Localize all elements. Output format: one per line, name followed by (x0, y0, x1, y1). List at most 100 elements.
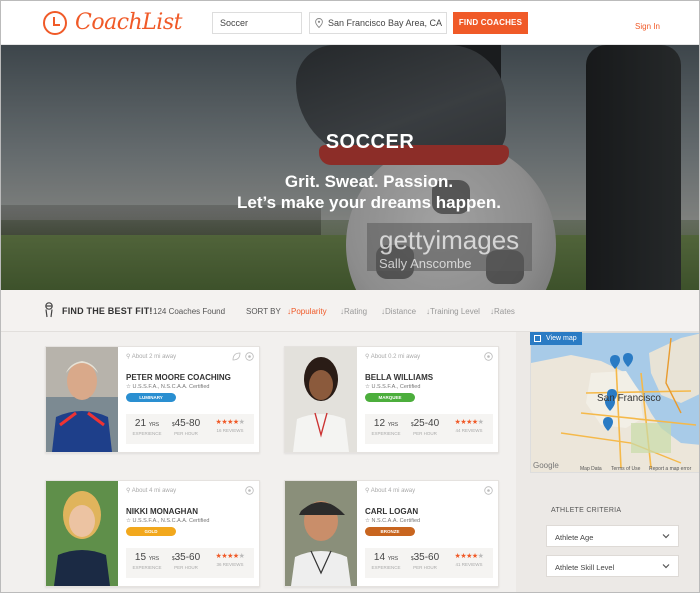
athlete-age-select[interactable]: Athlete Age (546, 525, 679, 547)
coach-name[interactable]: CARL LOGAN (365, 507, 418, 516)
coach-name[interactable]: PETER MOORE COACHING (126, 373, 231, 382)
rate-stat: $35-60 PER HOUR (410, 552, 440, 570)
chevron-down-icon (662, 564, 670, 569)
find-best-fit-title: FIND THE BEST FIT! (62, 306, 153, 316)
rating-stat: ★★★★★ 36 REVIEWS (210, 552, 250, 567)
coach-name[interactable]: NIKKI MONAGHAN (126, 507, 198, 516)
sort-rating[interactable]: ↓Rating (340, 307, 367, 316)
map-report-link[interactable]: Report a map error (649, 466, 691, 472)
location-search-input[interactable]: San Francisco Bay Area, CA (309, 12, 447, 34)
results-count: 124 Coaches Found (153, 307, 226, 316)
athlete-age-label: Athlete Age (555, 533, 594, 542)
view-map-button[interactable]: View map (530, 332, 582, 345)
coach-stats: 12 YRS EXPERIENCE $25-40 PER HOUR ★★★★★ 44 … (365, 414, 493, 444)
soccer-ball-icon (245, 486, 254, 495)
experience-stat: 14 YRS EXPERIENCE (371, 552, 401, 570)
expand-icon (534, 335, 541, 342)
coach-certifications: ☆ U.S.S.F.A., N.S.C.A.A. Certified (126, 518, 210, 524)
sign-in-link[interactable]: Sign In (635, 22, 660, 31)
coach-photo (46, 481, 118, 586)
coach-level-badge: BRONZE (365, 527, 415, 536)
coach-stats: 21 YRS EXPERIENCE $45-80 PER HOUR ★★★★★ 16 … (126, 414, 254, 444)
coach-whistle-icon (45, 302, 53, 318)
sort-by-label: SORT BY (246, 307, 281, 316)
rating-stat: ★★★★★ 41 REVIEWS (449, 552, 489, 567)
logo[interactable]: CoachList (43, 10, 182, 35)
rating-stars: ★★★★★ (215, 419, 245, 426)
coach-photo (285, 347, 357, 452)
soccer-ball-icon (245, 352, 254, 361)
google-logo: Google (533, 461, 559, 470)
coach-stats: 14 YRS EXPERIENCE $35-60 PER HOUR ★★★★★ 41 … (365, 548, 493, 578)
coach-card[interactable]: ⚲ About 2 mi away PETER MOORE COACHING ☆… (45, 346, 260, 453)
sort-rates[interactable]: ↓Rates (490, 307, 515, 316)
filter-bar: FIND THE BEST FIT! 124 Coaches Found SOR… (1, 290, 699, 332)
map-terms-link[interactable]: Terms of Use (611, 466, 640, 472)
experience-stat: 15 YRS EXPERIENCE (132, 552, 162, 570)
experience-stat: 21 YRS EXPERIENCE (132, 418, 162, 436)
coach-info: ⚲ About 0.2 mi away BELLA WILLIAMS ☆ U.S… (363, 347, 497, 452)
location-pin-icon (315, 18, 323, 28)
card-icons (484, 486, 493, 495)
athlete-skill-label: Athlete Skill Level (555, 563, 615, 572)
hero-tagline-1: Grit. Sweat. Passion. (284, 172, 454, 191)
app-frame: CoachList Soccer San Francisco Bay Area,… (0, 0, 700, 593)
coach-level-badge: GOLD (126, 527, 176, 536)
coach-name[interactable]: BELLA WILLIAMS (365, 373, 433, 382)
coach-photo (46, 347, 118, 452)
coach-card[interactable]: ⚲ About 4 mi away NIKKI MONAGHAN ☆ U.S.S… (45, 480, 260, 587)
view-map-label: View map (546, 335, 577, 342)
sort-distance[interactable]: ↓Distance (381, 307, 416, 316)
coach-distance: ⚲ About 4 mi away (126, 488, 177, 494)
rating-stars: ★★★★★ (454, 419, 484, 426)
coach-info: ⚲ About 4 mi away NIKKI MONAGHAN ☆ U.S.S… (124, 481, 258, 586)
coach-certifications: ☆ U.S.S.F.A., Certified (365, 384, 421, 390)
chevron-down-icon (662, 534, 670, 539)
rating-stat: ★★★★★ 44 REVIEWS (449, 418, 489, 433)
coach-distance: ⚲ About 0.2 mi away (365, 354, 421, 360)
sort-training-level[interactable]: ↓Training Level (426, 307, 480, 316)
soccer-ball-icon (484, 352, 493, 361)
hero-tagline-2: Let’s make your dreams happen. (237, 193, 501, 212)
map-city-label: San Francisco (597, 393, 661, 404)
top-header: CoachList Soccer San Francisco Bay Area,… (1, 1, 699, 45)
watermark-credit: Sally Anscombe (379, 256, 472, 271)
logo-text: CoachList (75, 10, 182, 35)
sort-popularity[interactable]: ↓Popularity (287, 307, 327, 316)
rate-stat: $45-80 PER HOUR (171, 418, 201, 436)
leaf-icon (232, 352, 241, 361)
location-value: San Francisco Bay Area, CA (328, 18, 443, 28)
coach-stats: 15 YRS EXPERIENCE $35-60 PER HOUR ★★★★★ 36 … (126, 548, 254, 578)
hero-banner: gettyimages Sally Anscombe SOCCER Grit. … (1, 45, 699, 290)
hero-overlay (1, 45, 699, 290)
map-panel[interactable]: San Francisco Google Map Data Terms of U… (530, 332, 699, 473)
experience-stat: 12 YRS EXPERIENCE (371, 418, 401, 436)
coach-info: ⚲ About 2 mi away PETER MOORE COACHING ☆… (124, 347, 258, 452)
athlete-skill-select[interactable]: Athlete Skill Level (546, 555, 679, 577)
rate-stat: $25-40 PER HOUR (410, 418, 440, 436)
coach-card[interactable]: ⚲ About 0.2 mi away BELLA WILLIAMS ☆ U.S… (284, 346, 499, 453)
find-coaches-button[interactable]: FIND COACHES (453, 12, 528, 34)
coach-photo (285, 481, 357, 586)
hero-title: SOCCER (325, 131, 415, 153)
card-icons (232, 352, 254, 361)
map-graphic: San Francisco (531, 333, 699, 472)
coach-distance: ⚲ About 4 mi away (365, 488, 416, 494)
coach-card[interactable]: ⚲ About 4 mi away CARL LOGAN ☆ N.S.C.A.A… (284, 480, 499, 587)
coach-level-badge: LUMINARY (126, 393, 176, 402)
card-icons (245, 486, 254, 495)
stopwatch-icon (43, 10, 67, 35)
coach-certifications: ☆ N.S.C.A.A. Certified (365, 518, 421, 524)
rating-stat: ★★★★★ 16 REVIEWS (210, 418, 250, 433)
watermark-text: gettyimages (379, 225, 520, 255)
soccer-ball-icon (484, 486, 493, 495)
rating-stars: ★★★★★ (215, 553, 245, 560)
athlete-criteria-heading: ATHLETE CRITERIA (551, 507, 622, 514)
rate-stat: $35-60 PER HOUR (171, 552, 201, 570)
sport-search-input[interactable]: Soccer (212, 12, 302, 34)
coach-level-badge: MARQUEE (365, 393, 415, 402)
coach-certifications: ☆ U.S.S.F.A., N.S.C.A.A. Certified (126, 384, 210, 390)
coach-info: ⚲ About 4 mi away CARL LOGAN ☆ N.S.C.A.A… (363, 481, 497, 586)
map-data-link[interactable]: Map Data (580, 466, 602, 472)
card-icons (484, 352, 493, 361)
